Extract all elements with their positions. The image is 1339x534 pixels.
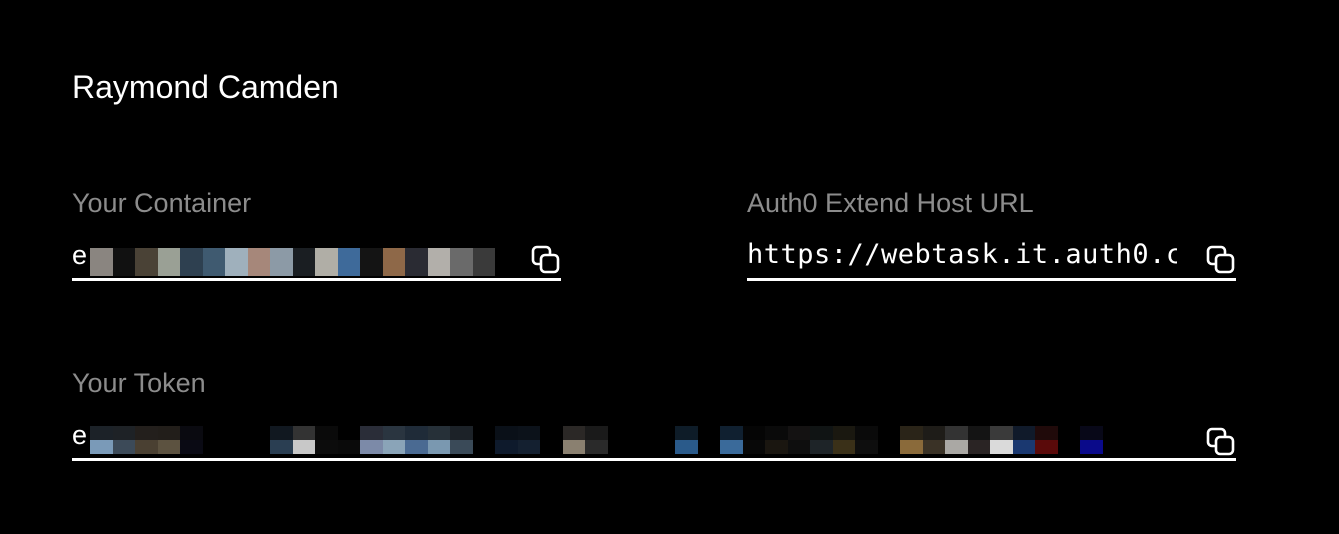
host-url-input[interactable]: https://webtask.it.auth0.com — [747, 234, 1236, 281]
container-redacted-value — [90, 248, 495, 276]
token-label: Your Token — [72, 368, 206, 398]
container-input[interactable]: e — [72, 234, 561, 281]
user-name: Raymond Camden — [72, 69, 339, 105]
token-redacted-value — [90, 426, 1103, 454]
copy-host-url-button[interactable] — [1205, 244, 1237, 276]
copy-icon — [1206, 245, 1235, 274]
copy-token-button[interactable] — [1205, 426, 1237, 458]
host-url-value: https://webtask.it.auth0.com — [747, 239, 1177, 270]
container-value: e — [72, 240, 88, 270]
token-input[interactable]: e — [72, 414, 1236, 461]
copy-icon — [531, 245, 560, 274]
host-url-label: Auth0 Extend Host URL — [747, 188, 1034, 218]
copy-container-button[interactable] — [530, 244, 562, 276]
container-label: Your Container — [72, 188, 252, 218]
token-field: Your Token e — [72, 366, 1236, 476]
host-url-field: Auth0 Extend Host URL https://webtask.it… — [747, 186, 1236, 296]
container-field: Your Container e — [72, 186, 561, 296]
token-value: e — [72, 420, 88, 450]
copy-icon — [1206, 427, 1235, 456]
